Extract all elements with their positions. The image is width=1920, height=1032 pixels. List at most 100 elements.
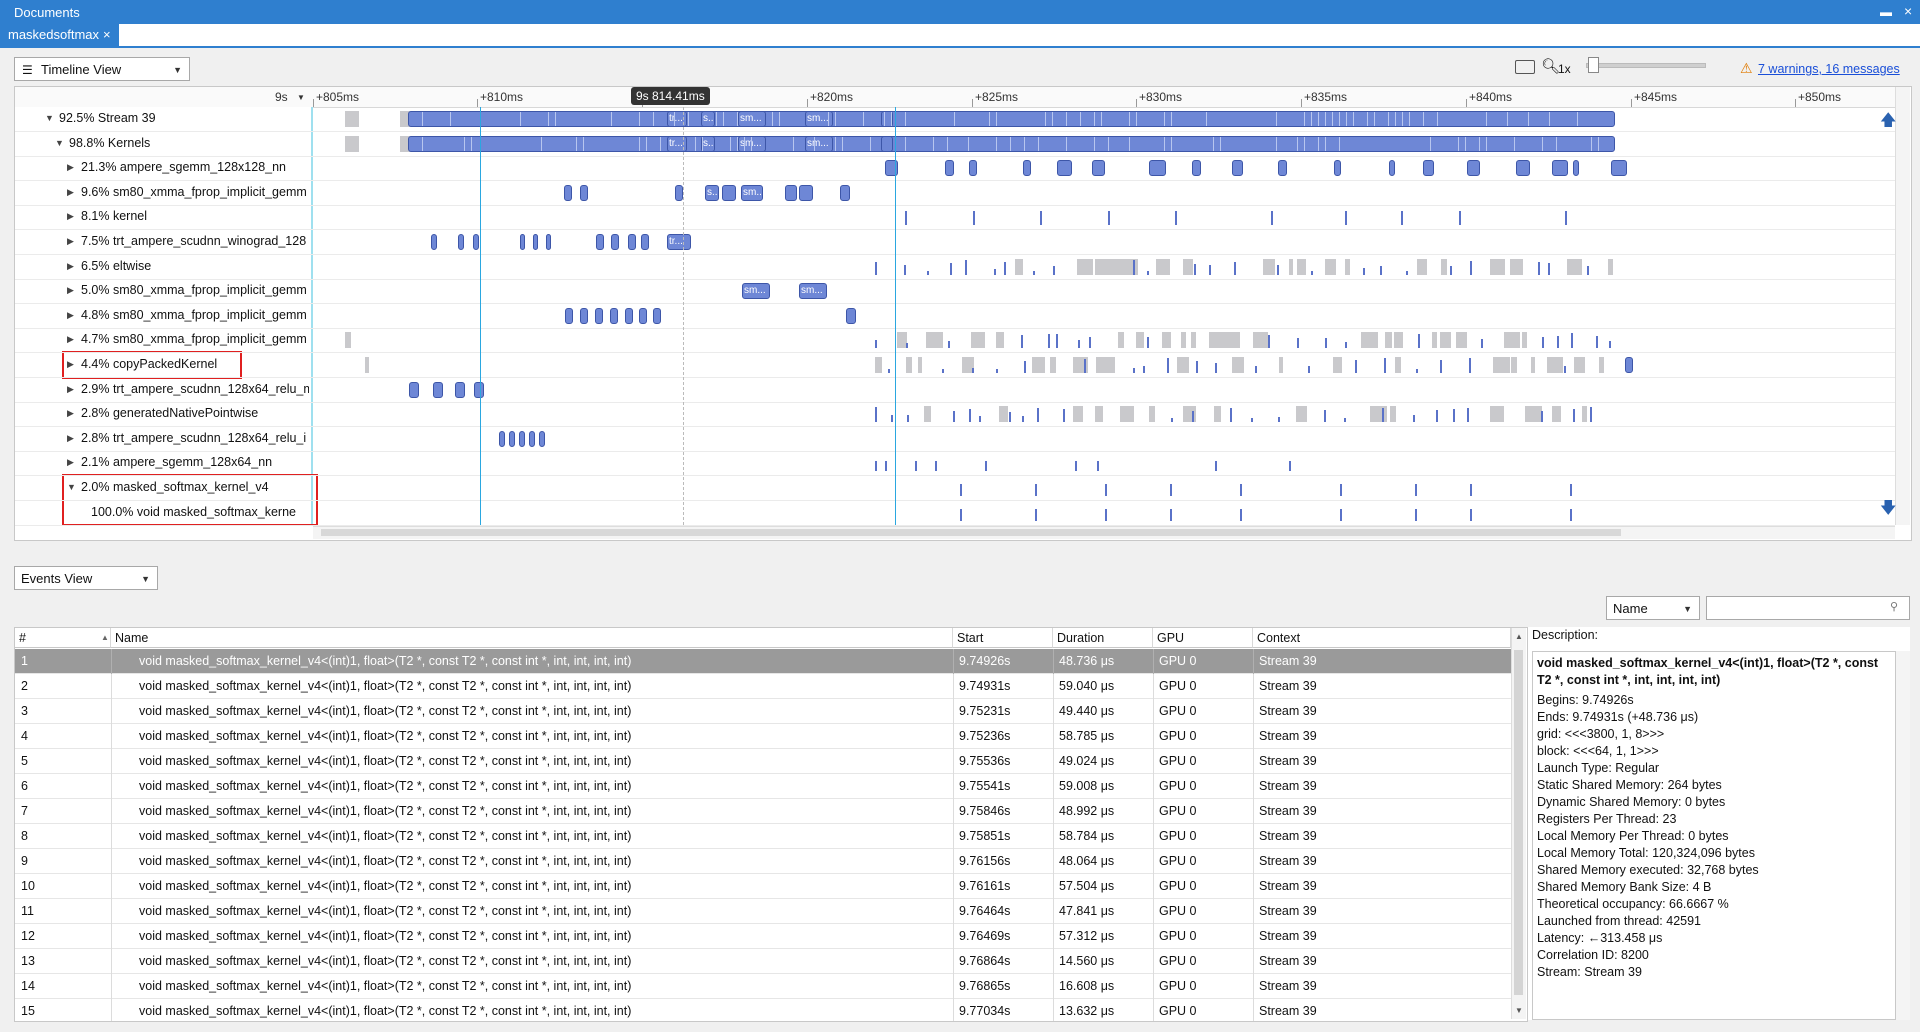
filter-field-selector[interactable]: Name ▼ [1606,596,1700,620]
kernel-tick[interactable] [1459,211,1461,225]
kernel-tick[interactable] [1035,484,1037,496]
kernel-tick[interactable] [1548,263,1550,275]
kernel-tick[interactable] [1277,265,1279,275]
kernel-tick[interactable] [1268,335,1270,348]
kernel-tick[interactable] [1542,337,1544,348]
table-row[interactable]: 12 void masked_softmax_kernel_v4<(int)1, … [15,924,1511,949]
kernel-tick[interactable] [1215,363,1217,373]
kernel-tick[interactable] [1380,266,1382,275]
kernel-tick[interactable] [1171,418,1173,422]
kernel-tick[interactable] [1234,262,1236,275]
table-row[interactable]: 4 void masked_softmax_kernel_v4<(int)1, f… [15,724,1511,749]
time-cursor[interactable] [895,107,896,525]
tab-close-icon[interactable]: × [103,27,111,42]
kernel-tick[interactable] [1215,461,1217,471]
kernel-tick[interactable] [1590,407,1592,422]
scroll-down-icon[interactable]: ▼ [1515,1006,1523,1015]
kernel-tick[interactable] [948,341,950,348]
kernel-bar[interactable] [509,431,515,447]
kernel-bar[interactable]: sm... [741,185,763,201]
kernel-tick[interactable] [1048,334,1050,348]
kernel-bar[interactable] [565,308,573,324]
kernel-bar[interactable] [881,136,893,152]
kernel-tick[interactable] [1004,262,1006,275]
timeline-row[interactable] [15,476,1895,501]
kernel-tick[interactable] [935,461,937,471]
kernel-tick[interactable] [994,269,996,275]
table-row[interactable]: 14 void masked_softmax_kernel_v4<(int)1, … [15,974,1511,999]
table-row[interactable]: 1 void masked_softmax_kernel_v4<(int)1, f… [15,649,1511,674]
table-row[interactable]: 7 void masked_softmax_kernel_v4<(int)1, f… [15,799,1511,824]
kernel-tick[interactable] [1401,211,1403,225]
timeline-row[interactable] [15,304,1895,329]
kernel-tick[interactable] [942,369,944,373]
kernel-bar[interactable] [1278,160,1287,176]
kernel-tick[interactable] [1538,262,1540,275]
kernel-tick[interactable] [1418,334,1420,348]
kernel-tick[interactable] [1469,358,1471,373]
kernel-tick[interactable] [1609,341,1611,348]
kernel-bar[interactable] [408,111,1615,127]
time-cursor[interactable] [480,107,481,525]
kernel-bar[interactable] [520,234,525,250]
kernel-tick[interactable] [1453,409,1455,422]
kernel-tick[interactable] [1063,409,1065,422]
kernel-tick[interactable] [905,211,907,225]
kernel-bar[interactable] [474,382,484,398]
timeline-row[interactable] [15,402,1895,427]
kernel-tick[interactable] [1133,368,1135,373]
kernel-tick[interactable] [1209,265,1211,275]
kernel-bar[interactable] [1423,160,1434,176]
kernel-bar[interactable] [1516,160,1530,176]
scroll-up-icon[interactable]: ▲ [1515,632,1523,641]
kernel-bar[interactable] [1232,160,1243,176]
kernel-tick[interactable] [1167,358,1169,373]
scroll-bottom-icon[interactable]: 🡇 [1880,497,1896,524]
description-vscroll[interactable] [1896,651,1910,1020]
column-header[interactable]: Context [1253,628,1511,648]
kernel-tick[interactable] [888,369,890,373]
kernel-tick[interactable] [1415,484,1417,496]
kernel-tick[interactable] [1470,509,1472,521]
kernel-bar[interactable] [595,308,603,324]
kernel-bar[interactable]: tr... [667,234,691,250]
kernel-bar[interactable] [969,160,977,176]
timeline-row[interactable] [15,451,1895,476]
column-header[interactable]: # [15,628,111,648]
kernel-bar[interactable] [641,234,649,250]
kernel-tick[interactable] [1271,211,1273,225]
kernel-bar[interactable]: sm... [805,136,833,152]
view-selector[interactable]: ☰ Timeline View ▼ [14,57,190,81]
kernel-tick[interactable] [1340,484,1342,496]
timeline-row[interactable] [15,230,1895,255]
kernel-tick[interactable] [1289,461,1291,471]
kernel-bar[interactable] [1334,160,1341,176]
kernel-tick[interactable] [1196,361,1198,373]
kernel-tick[interactable] [1053,266,1055,275]
kernel-tick[interactable] [1344,418,1346,422]
kernel-tick[interactable] [1037,408,1039,422]
kernel-bar[interactable] [1467,160,1480,176]
kernel-tick[interactable] [1097,461,1099,471]
kernel-tick[interactable] [996,369,998,373]
kernel-tick[interactable] [1564,366,1566,373]
kernel-bar[interactable] [433,382,443,398]
kernel-bar[interactable] [611,234,619,250]
timeline-row[interactable] [15,279,1895,304]
kernel-tick[interactable] [965,260,967,275]
kernel-tick[interactable] [906,343,908,348]
kernel-tick[interactable] [927,271,929,275]
kernel-bar[interactable]: sm... [799,283,827,299]
kernel-bar[interactable]: sm... [738,136,766,152]
kernel-bar[interactable] [580,308,588,324]
kernel-tick[interactable] [1570,509,1572,521]
kernel-tick[interactable] [1240,484,1242,496]
kernel-tick[interactable] [1340,509,1342,521]
kernel-bar[interactable]: sm... [742,283,770,299]
scroll-top-icon[interactable]: 🡅 [1880,109,1896,136]
table-row[interactable]: 15 void masked_softmax_kernel_v4<(int)1, … [15,999,1511,1021]
kernel-tick[interactable] [1384,358,1386,373]
kernel-bar[interactable] [546,234,551,250]
kernel-tick[interactable] [1170,509,1172,521]
kernel-tick[interactable] [1033,271,1035,275]
